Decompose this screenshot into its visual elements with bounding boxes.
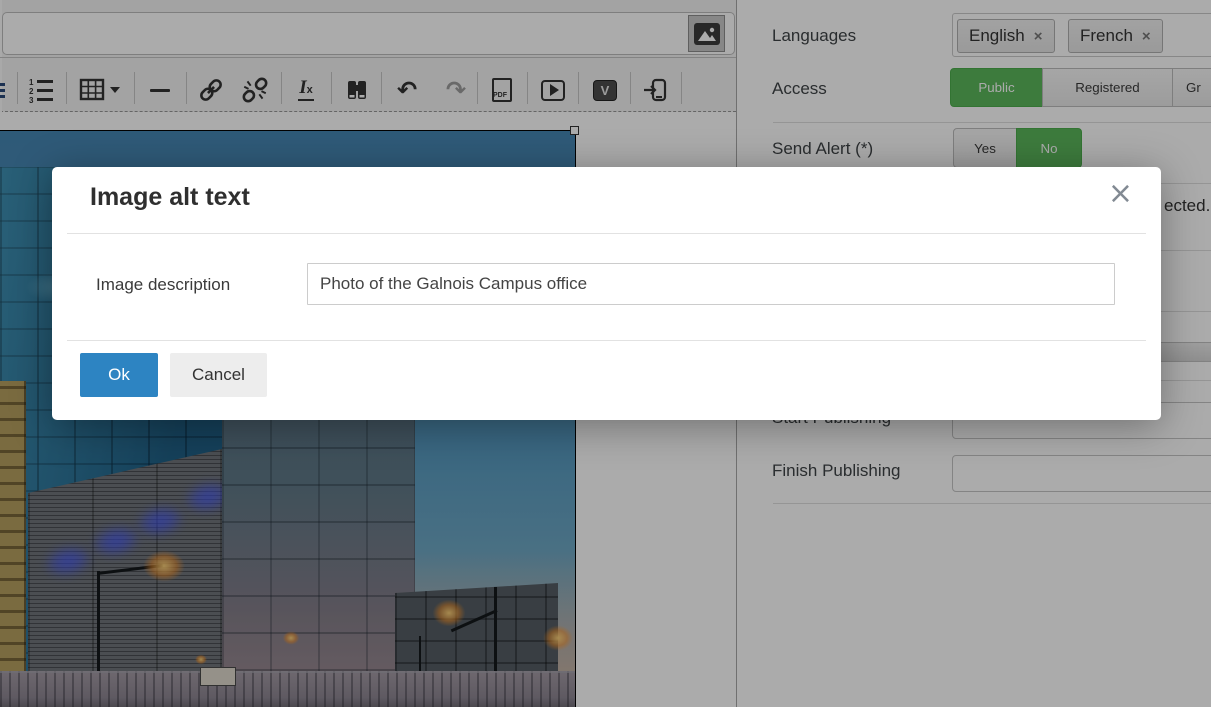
image-description-input[interactable] (307, 263, 1115, 305)
screen: 1 2 3 (0, 0, 1211, 707)
cancel-button[interactable]: Cancel (170, 353, 267, 397)
dialog-title: Image alt text (90, 183, 250, 212)
image-alt-text-dialog: Image alt text × Image description Ok Ca… (52, 167, 1161, 420)
image-description-label: Image description (96, 275, 230, 295)
ok-button[interactable]: Ok (80, 353, 158, 397)
dialog-footer-divider (67, 340, 1146, 341)
dialog-header-divider (67, 233, 1146, 234)
close-icon[interactable]: × (1108, 179, 1133, 209)
